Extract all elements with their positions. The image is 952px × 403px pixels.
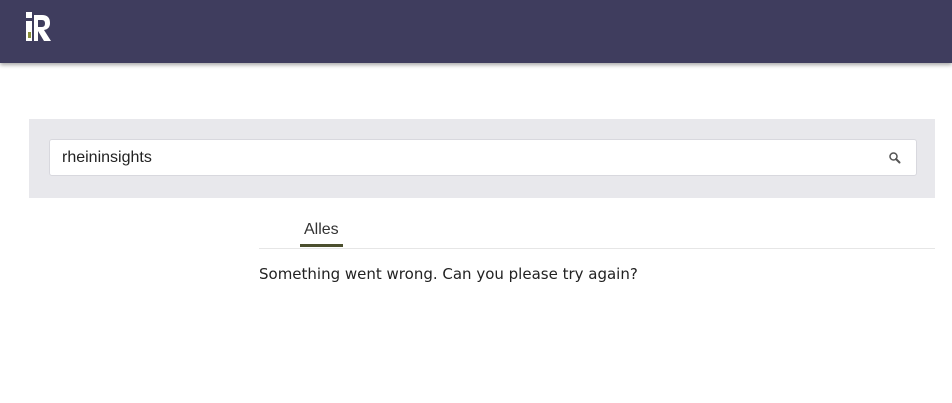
error-message: Something went wrong. Can you please try… [259,265,638,283]
search-panel [29,119,935,198]
result-tabs: Alles [259,210,935,249]
rheininsights-logo-icon[interactable] [24,12,54,44]
search-box [49,139,917,176]
search-input[interactable] [50,140,870,175]
app-header [0,0,952,63]
search-icon[interactable] [888,151,902,165]
tab-alles[interactable]: Alles [300,210,343,247]
